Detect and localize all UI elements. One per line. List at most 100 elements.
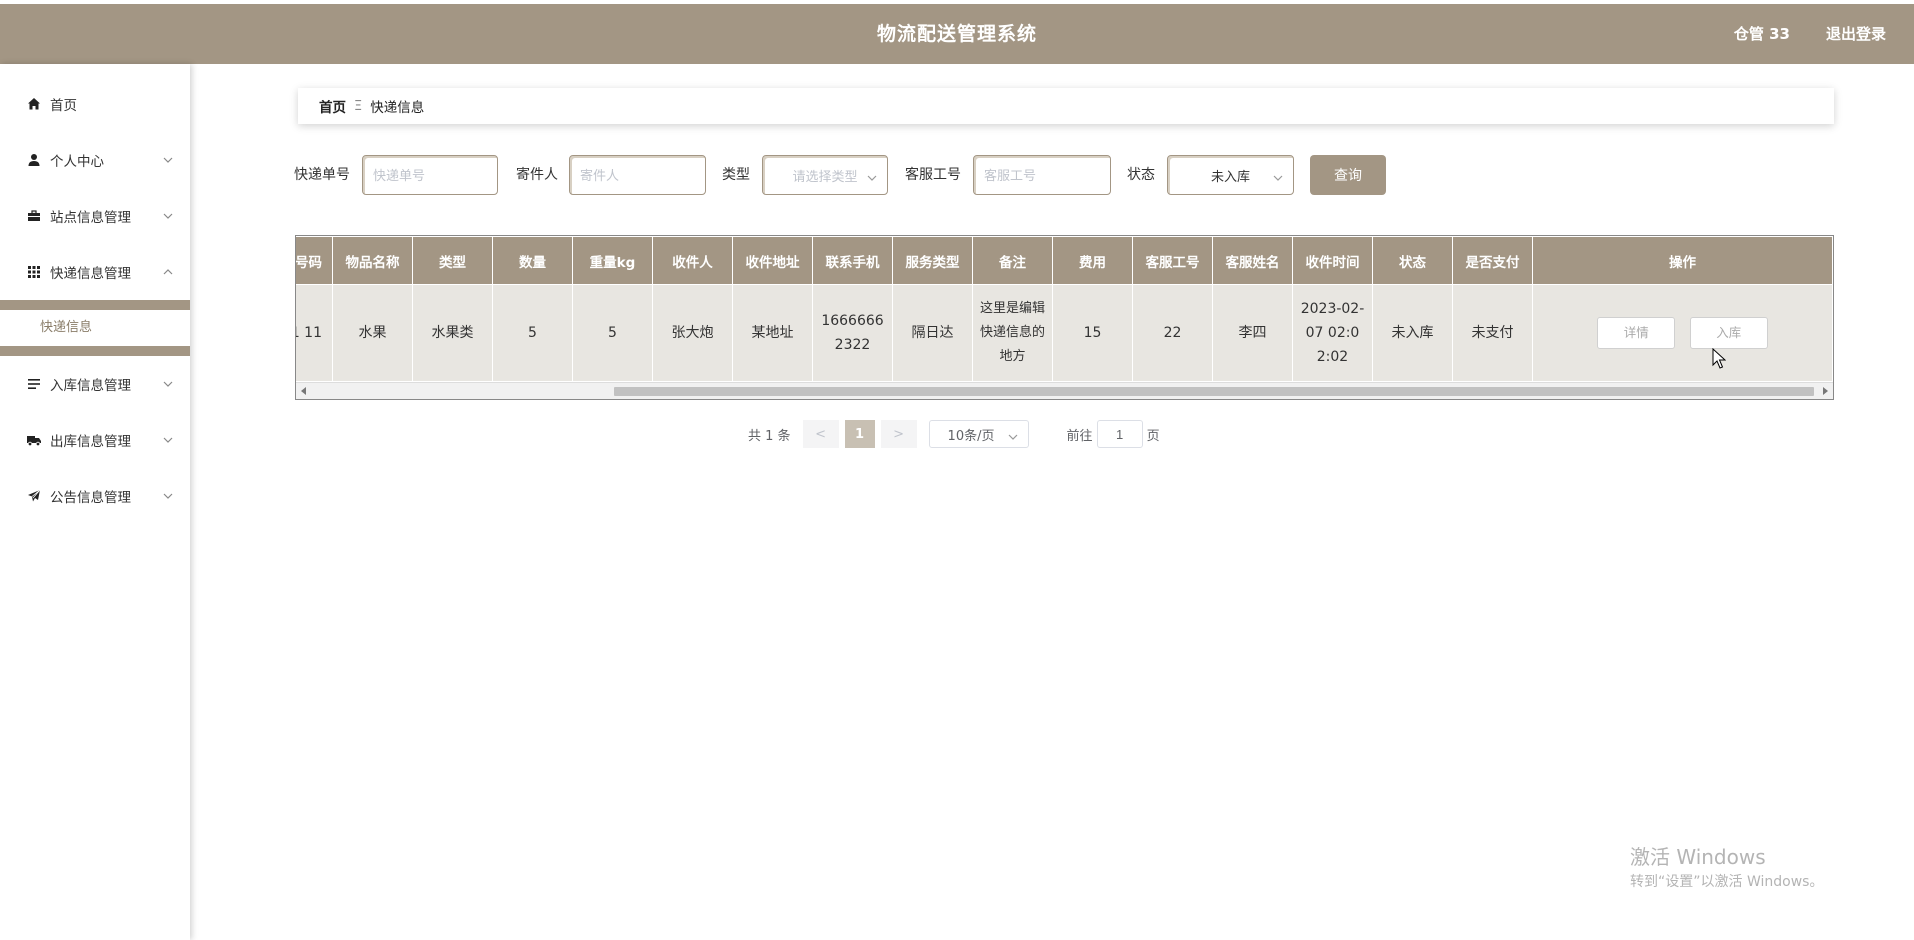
- column-header: 费用: [1052, 236, 1133, 285]
- column-header: 数量: [492, 236, 573, 285]
- user-icon: [26, 152, 42, 168]
- search-form: 快递单号 寄件人 类型 请选择类型 客服工号 状态 未入库 查询: [294, 155, 1854, 195]
- cell-type: 水果类: [412, 284, 493, 382]
- column-header: 客服工号: [1132, 236, 1213, 285]
- cell-item-name: 水果: [332, 284, 413, 382]
- truck-icon: [26, 432, 42, 448]
- cell-paid: 未支付: [1452, 284, 1533, 382]
- scroll-left-icon[interactable]: [296, 383, 312, 399]
- column-header: 收件地址: [732, 236, 813, 285]
- tracking-number-input[interactable]: [362, 155, 498, 195]
- chevron-up-icon: [162, 266, 174, 278]
- page-size-value: 10条/页: [947, 428, 995, 444]
- cell-weight: 5: [572, 284, 653, 382]
- table-row: 111 11 水果 水果类 5 5 张大炮 某地址 16666662322 隔日…: [296, 284, 1833, 382]
- column-header: 物品名称: [332, 236, 413, 285]
- column-header: 是否支付: [1452, 236, 1533, 285]
- sidebar-item-notice-info[interactable]: 公告信息管理: [0, 468, 190, 524]
- sidebar-item-inbound-info[interactable]: 入库信息管理: [0, 356, 190, 412]
- logout-link[interactable]: 退出登录: [1826, 4, 1886, 64]
- cell-receive-time: 2023-02-07 02:02:02: [1292, 284, 1373, 382]
- sidebar-subitem-express-info[interactable]: 快递信息: [0, 310, 190, 346]
- column-header: 操作: [1532, 236, 1833, 285]
- column-header: 客服姓名: [1212, 236, 1293, 285]
- chevron-down-icon: [162, 378, 174, 390]
- cell-recipient: 张大炮: [652, 284, 733, 382]
- chevron-down-icon: [867, 170, 879, 182]
- cell-service-type: 隔日达: [892, 284, 973, 382]
- home-icon: [26, 96, 42, 112]
- column-header: 联系手机: [812, 236, 893, 285]
- goto-label: 前往: [1066, 428, 1093, 444]
- scrollbar-thumb[interactable]: [614, 387, 1814, 396]
- scroll-right-icon[interactable]: [1817, 383, 1833, 399]
- type-select[interactable]: 请选择类型: [762, 155, 888, 195]
- query-button[interactable]: 查询: [1310, 155, 1386, 195]
- sidebar-item-express-info[interactable]: 快递信息管理: [0, 244, 190, 300]
- cell-phone: 16666662322: [812, 284, 893, 382]
- page-size-select[interactable]: 10条/页: [928, 420, 1029, 448]
- horizontal-scrollbar[interactable]: [296, 382, 1833, 399]
- send-icon: [26, 488, 42, 504]
- breadcrumb-current: 快递信息: [370, 100, 425, 116]
- sender-label: 寄件人: [516, 167, 558, 183]
- status-select-value: 未入库: [1210, 169, 1250, 185]
- sidebar-item-outbound-info[interactable]: 出库信息管理: [0, 412, 190, 468]
- chevron-down-icon: [162, 210, 174, 222]
- breadcrumb-separator: Ξ: [354, 98, 363, 114]
- inbound-button[interactable]: 入库: [1689, 317, 1768, 349]
- breadcrumb-home[interactable]: 首页: [319, 96, 346, 116]
- detail-button[interactable]: 详情: [1597, 317, 1676, 349]
- sidebar-item-home[interactable]: 首页: [0, 76, 190, 132]
- page-suffix: 页: [1146, 428, 1160, 444]
- column-header: 类型: [412, 236, 493, 285]
- mouse-cursor-icon: [1712, 348, 1726, 369]
- chevron-down-icon: [1273, 170, 1285, 182]
- sidebar-item-label: 出库信息管理: [50, 434, 131, 450]
- sidebar-item-label: 个人中心: [50, 154, 104, 170]
- column-header: 备注: [972, 236, 1053, 285]
- type-label: 类型: [722, 167, 750, 183]
- sidebar-item-personal-center[interactable]: 个人中心: [0, 132, 190, 188]
- column-header: 服务类型: [892, 236, 973, 285]
- column-header: 重量kg: [572, 236, 653, 285]
- top-header: 物流配送管理系统 仓管 33 退出登录: [0, 4, 1914, 64]
- chevron-down-icon: [162, 434, 174, 446]
- tracking-number-label: 快递单号: [294, 167, 350, 183]
- chevron-down-icon: [162, 154, 174, 166]
- sidebar-item-label: 公告信息管理: [50, 490, 131, 506]
- sidebar: 首页 个人中心 站点信息管理 快递信息管理 快递信息 入库信息管理 出库信息管理…: [0, 64, 190, 940]
- current-user: 仓管 33: [1733, 25, 1790, 43]
- sidebar-item-label: 快递信息管理: [50, 266, 131, 282]
- status-label: 状态: [1127, 167, 1155, 183]
- goto-page-input[interactable]: [1096, 420, 1143, 448]
- status-select[interactable]: 未入库: [1167, 155, 1294, 195]
- cell-staff-name: 李四: [1212, 284, 1293, 382]
- sidebar-item-label: 站点信息管理: [50, 210, 131, 226]
- cell-quantity: 5: [492, 284, 573, 382]
- cell-fee: 15: [1052, 284, 1133, 382]
- pagination: 共 1 条 < 1 > 10条/页 前往 页: [748, 420, 1160, 448]
- next-page-button[interactable]: >: [880, 420, 917, 448]
- cell-number: 111 11: [296, 284, 333, 382]
- cell-remark: 这里是编辑快递信息的地方: [972, 284, 1053, 382]
- type-select-placeholder: 请选择类型: [792, 169, 858, 185]
- express-submenu: 快递信息: [0, 300, 190, 356]
- sender-input[interactable]: [569, 155, 706, 195]
- column-header: 号码: [296, 236, 333, 285]
- express-table: 号码 物品名称 类型 数量 重量kg 收件人 收件地址 联系手机 服务类型 备注…: [295, 235, 1834, 400]
- staff-id-label: 客服工号: [905, 167, 961, 183]
- column-header: 收件人: [652, 236, 733, 285]
- staff-id-input[interactable]: [973, 155, 1111, 195]
- briefcase-icon: [26, 208, 42, 224]
- page-number-button[interactable]: 1: [844, 420, 875, 448]
- list-icon: [26, 376, 42, 392]
- chevron-down-icon: [162, 490, 174, 502]
- app-title: 物流配送管理系统: [876, 23, 1037, 45]
- cell-staff-id: 22: [1132, 284, 1213, 382]
- prev-page-button[interactable]: <: [802, 420, 839, 448]
- total-count: 共 1 条: [748, 428, 791, 444]
- sidebar-item-label: 入库信息管理: [50, 378, 131, 394]
- watermark-line-2: 转到“设置”以激活 Windows。: [1630, 874, 1824, 890]
- sidebar-item-site-info[interactable]: 站点信息管理: [0, 188, 190, 244]
